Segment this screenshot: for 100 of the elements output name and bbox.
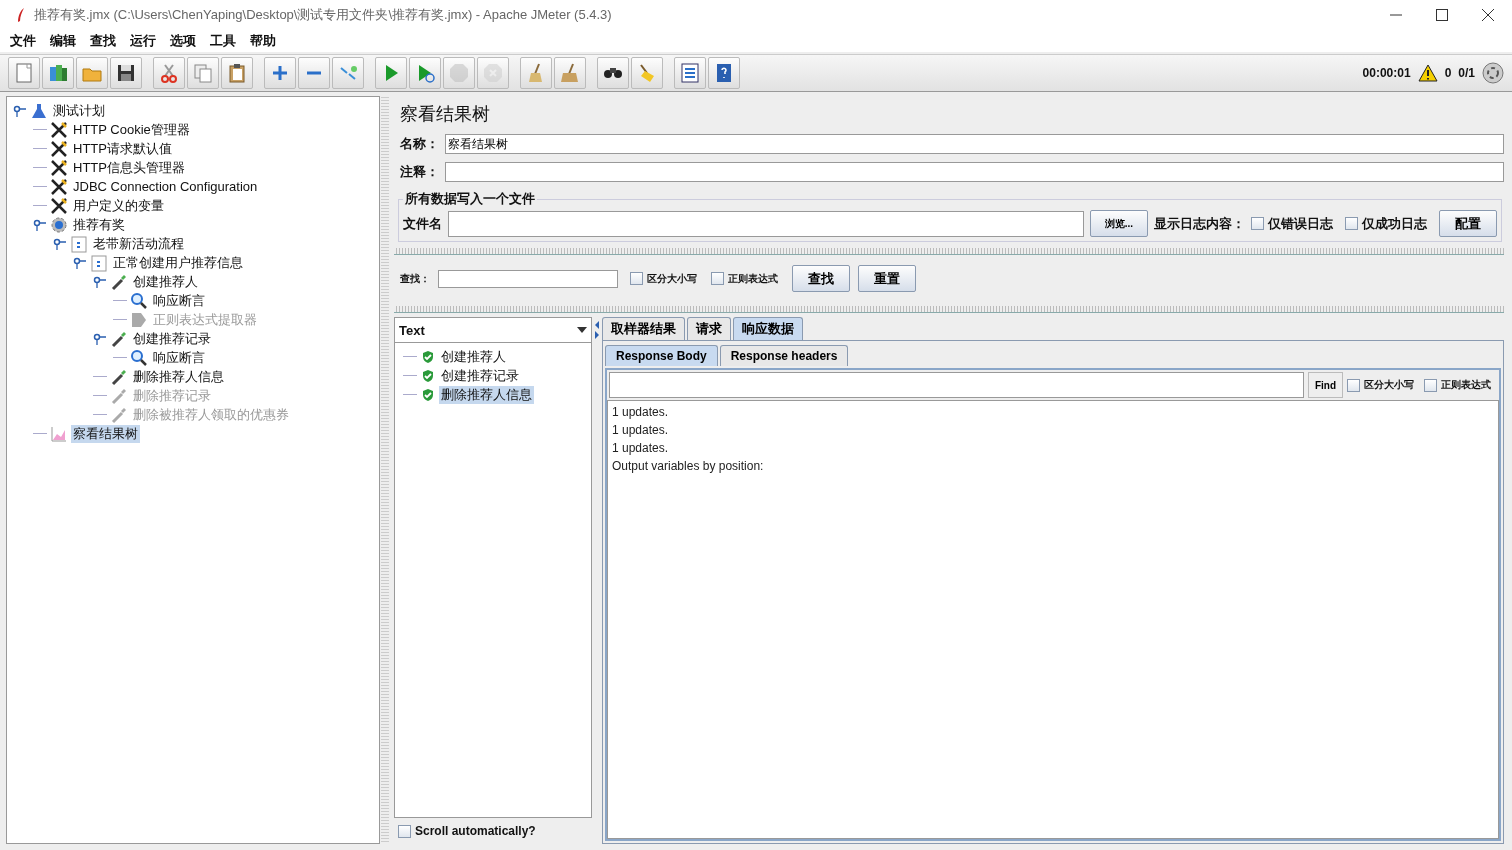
find-button[interactable]: Find [1307, 372, 1343, 398]
gear-icon [50, 215, 68, 234]
help-button[interactable] [708, 57, 740, 89]
tree-node[interactable]: 响应断言 [151, 348, 207, 367]
filename-field[interactable] [448, 210, 1084, 237]
tree-node[interactable]: JDBC Connection Configuration [71, 179, 260, 194]
tree-node[interactable]: 删除推荐人信息 [131, 367, 226, 386]
tree-node[interactable]: 用户定义的变量 [71, 196, 166, 215]
tab[interactable]: Response Body [605, 345, 718, 366]
tree-node[interactable]: HTTP Cookie管理器 [71, 120, 192, 139]
broom-icon [559, 62, 581, 84]
result-item[interactable]: 删除推荐人信息 [439, 385, 534, 404]
expander-icon[interactable] [53, 237, 67, 250]
splitter-handle[interactable] [381, 96, 389, 844]
response-line: 1 updates. [612, 441, 670, 457]
tree-node[interactable]: 察看结果树 [71, 424, 140, 443]
tree-node[interactable]: 响应断言 [151, 291, 207, 310]
window-title: 推荐有奖.jmx (C:\Users\ChenYaping\Desktop\测试专用文件夹\推荐有奖.jmx) - Apache JMeter (5.4.3) [34, 6, 612, 24]
document-icon [13, 62, 35, 84]
checkbox[interactable] [1424, 378, 1437, 392]
expander-icon[interactable] [33, 218, 47, 231]
splitter-handle[interactable] [394, 306, 1504, 313]
checkbox[interactable] [630, 272, 643, 285]
menu-item[interactable]: 编辑 [50, 32, 76, 50]
menu-item[interactable]: 工具 [210, 32, 236, 50]
tree-node[interactable]: 创建推荐记录 [131, 329, 213, 348]
cut-button[interactable] [153, 57, 185, 89]
tab[interactable]: 请求 [687, 317, 731, 340]
tools-icon [50, 196, 68, 215]
pipette-icon [110, 272, 128, 291]
expand-button[interactable] [264, 57, 296, 89]
collapse-button[interactable] [298, 57, 330, 89]
checkbox-label: 区分大小写 [1364, 378, 1414, 392]
tree-node[interactable]: 老带新活动流程 [91, 234, 186, 253]
pipette-icon [110, 329, 128, 348]
find-button[interactable]: 查找 [792, 265, 850, 292]
split-arrows-icon[interactable] [594, 319, 600, 339]
search-field[interactable] [438, 269, 618, 288]
toggle-button[interactable] [332, 57, 364, 89]
reset-button[interactable]: 重置 [858, 265, 916, 292]
tree-node[interactable]: 创建推荐人 [131, 272, 200, 291]
paste-button[interactable] [221, 57, 253, 89]
expander-icon[interactable] [13, 104, 27, 117]
tab[interactable]: Response headers [719, 345, 849, 366]
clear-all-button[interactable] [554, 57, 586, 89]
search-button[interactable] [597, 57, 629, 89]
checkbox-label: 区分大小写 [647, 271, 697, 286]
expander-icon[interactable] [93, 275, 107, 288]
comment-field[interactable] [445, 162, 1504, 182]
checkbox[interactable] [1345, 217, 1358, 230]
menu-item[interactable]: 选项 [170, 32, 196, 50]
menu-item[interactable]: 文件 [10, 32, 36, 50]
close-icon[interactable] [1482, 9, 1494, 21]
function-helper-button[interactable] [674, 57, 706, 89]
response-line: 1 updates. [612, 405, 670, 421]
tree-node[interactable]: 推荐有奖 [71, 215, 127, 234]
tools-icon [50, 120, 68, 139]
group-title: 所有数据写入一个文件 [404, 190, 536, 208]
elapsed-time: 00:00:01 [1362, 66, 1411, 80]
tree-node[interactable]: 正常创建用户推荐信息 [111, 253, 245, 272]
log-label: 显示日志内容： [1154, 214, 1245, 233]
panel-title: 察看结果树 [399, 103, 491, 126]
result-item[interactable]: 创建推荐人 [439, 347, 508, 366]
expander-icon[interactable] [73, 256, 87, 269]
expander-icon[interactable] [93, 332, 107, 345]
magnifier-icon [130, 291, 148, 310]
field-label: 注释： [400, 163, 439, 181]
checkbox[interactable] [1251, 217, 1264, 230]
clipboard-icon [226, 62, 248, 84]
status-indicator-icon [1482, 62, 1504, 84]
new-button[interactable] [8, 57, 40, 89]
result-item[interactable]: 创建推荐记录 [439, 366, 521, 385]
tab[interactable]: 响应数据 [733, 317, 803, 340]
maximize-icon[interactable] [1436, 9, 1448, 21]
save-button[interactable] [110, 57, 142, 89]
minus-icon [306, 71, 322, 75]
templates-button[interactable] [42, 57, 74, 89]
checkbox-label: 仅错误日志 [1268, 214, 1333, 233]
splitter-handle[interactable] [394, 248, 1504, 255]
start-no-pause-button[interactable] [409, 57, 441, 89]
search-field[interactable] [609, 372, 1304, 398]
menu-item[interactable]: 运行 [130, 32, 156, 50]
browse-button[interactable]: 浏览... [1089, 210, 1148, 237]
tree-node[interactable]: HTTP请求默认值 [71, 139, 174, 158]
name-field[interactable]: 察看结果树 [445, 134, 1504, 154]
clear-button[interactable] [520, 57, 552, 89]
checkbox[interactable] [1347, 378, 1360, 392]
renderer-dropdown[interactable]: Text [394, 317, 592, 343]
menu-item[interactable]: 查找 [90, 32, 116, 50]
checkbox[interactable] [711, 272, 724, 285]
checkbox-label: 仅成功日志 [1362, 214, 1427, 233]
menu-item[interactable]: 帮助 [250, 32, 276, 50]
configure-button[interactable]: 配置 [1439, 210, 1497, 237]
tree-node[interactable]: HTTP信息头管理器 [71, 158, 187, 177]
warning-icon[interactable] [1417, 64, 1438, 82]
tab[interactable]: 取样器结果 [602, 317, 685, 340]
response-line: 1 updates. [612, 423, 670, 439]
checkbox[interactable] [398, 824, 411, 838]
start-button[interactable] [375, 57, 407, 89]
tree-node[interactable]: 测试计划 [51, 101, 107, 120]
